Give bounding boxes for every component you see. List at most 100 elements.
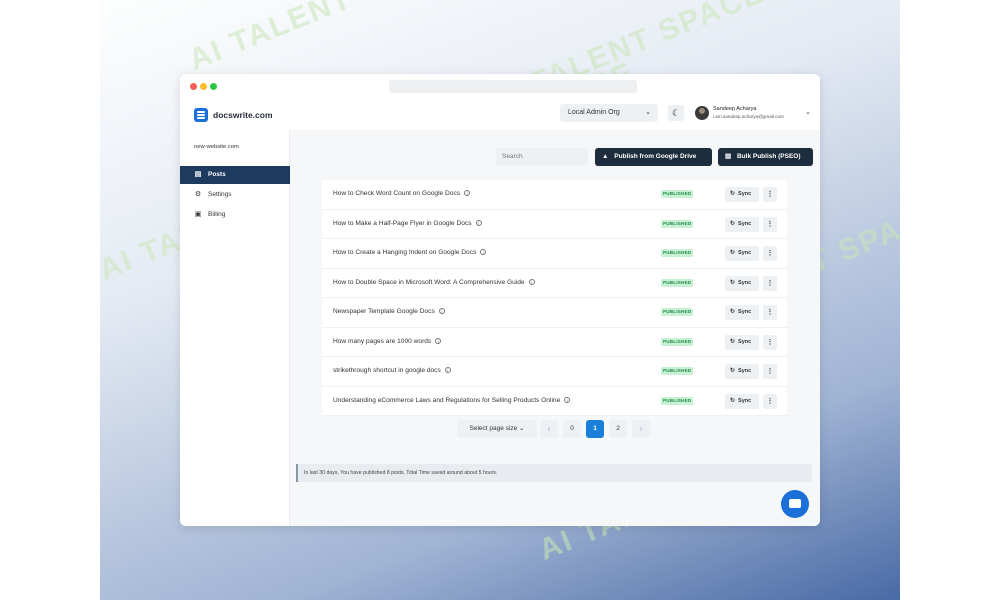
- sync-icon: ↻: [730, 338, 736, 345]
- sync-button[interactable]: ↻ Sync: [725, 187, 759, 202]
- org-select[interactable]: Local Admin Org ⌄: [560, 104, 658, 122]
- org-select-value: Local Admin Org: [568, 109, 620, 116]
- more-options-icon[interactable]: ⋮: [763, 305, 777, 320]
- user-menu-chevron-icon[interactable]: ⌄: [805, 108, 811, 116]
- browser-window: docswrite.com Local Admin Org ⌄ ☾ Sandee…: [180, 74, 820, 526]
- page-button-1[interactable]: 1: [586, 420, 604, 438]
- address-bar[interactable]: [389, 80, 637, 93]
- sync-icon: ↻: [730, 309, 736, 315]
- sync-label: Sync: [738, 279, 752, 286]
- billing-icon: ▣: [194, 211, 202, 218]
- list-item[interactable]: Understanding eCommerce Laws and Regulat…: [322, 386, 787, 416]
- status-badge: PUBLISHED: [661, 249, 694, 257]
- sync-button[interactable]: ↻ Sync: [725, 364, 759, 379]
- more-options-icon[interactable]: ⋮: [763, 216, 777, 232]
- chevron-down-icon: ⌄: [645, 109, 651, 116]
- app-logo[interactable]: docswrite.com: [194, 108, 273, 122]
- info-icon[interactable]: i: [564, 396, 571, 403]
- list-item[interactable]: Newspaper Template Google Docs i PUBLISHE…: [322, 298, 787, 328]
- sync-label: Sync: [738, 220, 752, 227]
- info-icon[interactable]: i: [464, 190, 471, 196]
- moon-icon: ☾: [671, 108, 681, 118]
- list-item[interactable]: How to Make a Half-Page Flyer in Google …: [322, 209, 787, 239]
- gear-icon: ⚙: [194, 191, 202, 198]
- status-badge: PUBLISHED: [661, 308, 694, 316]
- sync-icon: ↻: [730, 397, 736, 404]
- sidebar-item-posts[interactable]: ▤ Posts: [180, 166, 290, 184]
- status-badge: PUBLISHED: [661, 190, 694, 198]
- prev-page-button[interactable]: ‹: [540, 420, 558, 438]
- more-options-icon[interactable]: ⋮: [763, 364, 777, 379]
- sidebar-item-billing[interactable]: ▣ Billing: [180, 206, 290, 224]
- list-item[interactable]: How to Double Space in Microsoft Word: A…: [322, 268, 787, 298]
- next-page-button[interactable]: ›: [632, 420, 650, 438]
- user-name: Sandeep Acharya: [713, 106, 757, 112]
- sync-icon: ↻: [730, 220, 736, 227]
- background: AI TALENT SPACE AI TALENT SPACE AI TALEN…: [100, 0, 900, 600]
- sidebar-item-settings[interactable]: ⚙ Settings: [180, 186, 290, 204]
- sync-label: Sync: [738, 309, 752, 315]
- sync-button[interactable]: ↻ Sync: [725, 246, 759, 261]
- info-icon[interactable]: i: [435, 337, 442, 344]
- list-item[interactable]: strikethrough shortcut in google docs i P…: [322, 357, 787, 387]
- sync-button[interactable]: ↻ Sync: [725, 334, 759, 350]
- post-title: Understanding eCommerce Laws and Regulat…: [333, 396, 561, 404]
- list-item[interactable]: How to Create a Hanging Indent on Google…: [322, 239, 787, 269]
- page-button-2[interactable]: 2: [609, 420, 627, 438]
- sync-button[interactable]: ↻ Sync: [725, 305, 759, 320]
- title-bar: [180, 74, 820, 100]
- status-badge: PUBLISHED: [661, 396, 694, 405]
- info-icon[interactable]: i: [475, 219, 482, 226]
- info-icon[interactable]: i: [480, 249, 487, 255]
- info-icon[interactable]: i: [528, 278, 535, 285]
- sync-icon: ↻: [730, 191, 736, 197]
- sync-button[interactable]: ↻ Sync: [725, 216, 759, 232]
- status-badge: PUBLISHED: [661, 219, 694, 228]
- info-icon[interactable]: i: [438, 308, 445, 314]
- document-icon: ▤: [725, 153, 732, 160]
- info-icon[interactable]: i: [444, 367, 451, 373]
- chat-button[interactable]: [781, 490, 809, 518]
- minimize-window-dot[interactable]: [200, 83, 207, 90]
- post-title: How to Double Space in Microsoft Word: A…: [333, 278, 525, 286]
- status-badge: PUBLISHED: [661, 337, 694, 346]
- more-options-icon[interactable]: ⋮: [763, 275, 777, 291]
- more-options-icon[interactable]: ⋮: [763, 246, 777, 261]
- post-title: How to Make a Half-Page Flyer in Google …: [333, 219, 472, 227]
- avatar[interactable]: [695, 106, 709, 120]
- post-title: Newspaper Template Google Docs: [333, 308, 435, 315]
- google-drive-icon: ▲: [602, 153, 609, 160]
- sync-button[interactable]: ↻ Sync: [725, 275, 759, 291]
- watermark: AI TALENT SPACE: [184, 0, 470, 77]
- button-label: Publish from Google Drive: [614, 153, 697, 160]
- list-item[interactable]: How to Check Word Count on Google Docs i …: [322, 180, 787, 210]
- sync-label: Sync: [738, 338, 752, 345]
- theme-toggle-button[interactable]: ☾: [668, 105, 684, 121]
- sidebar-item-label: Posts: [208, 171, 226, 178]
- list-item[interactable]: How many pages are 1000 words i PUBLISHED…: [322, 327, 787, 357]
- sync-label: Sync: [738, 397, 752, 404]
- page-size-label: Select page size: [469, 425, 518, 432]
- sync-button[interactable]: ↻ Sync: [725, 393, 759, 409]
- publish-from-google-drive-button[interactable]: ▲ Publish from Google Drive: [595, 148, 712, 166]
- sidebar: new-website.com ▤ Posts ⚙ Settings ▣ Bil…: [180, 130, 290, 526]
- status-badge: PUBLISHED: [661, 367, 694, 375]
- page-size-select[interactable]: Select page size ⌄: [457, 420, 537, 438]
- sync-icon: ↻: [730, 250, 736, 256]
- chevron-right-icon: ›: [639, 424, 643, 433]
- more-options-icon[interactable]: ⋮: [763, 187, 777, 202]
- maximize-window-dot[interactable]: [210, 83, 217, 90]
- more-options-icon[interactable]: ⋮: [763, 334, 777, 350]
- user-email: i.am.sandeep.acharya@gmail.com: [713, 114, 784, 119]
- main-content: ▲ Publish from Google Drive ▤ Bulk Publi…: [290, 130, 820, 526]
- page-button-0[interactable]: 0: [563, 420, 581, 438]
- close-window-dot[interactable]: [190, 83, 197, 90]
- search-input[interactable]: [496, 148, 588, 166]
- sync-icon: ↻: [730, 368, 736, 374]
- bulk-publish-button[interactable]: ▤ Bulk Publish (PSEO): [718, 148, 813, 166]
- sidebar-item-label: Settings: [208, 191, 232, 198]
- chat-icon: [789, 499, 801, 508]
- sync-label: Sync: [738, 250, 752, 256]
- button-label: Bulk Publish (PSEO): [736, 153, 801, 160]
- more-options-icon[interactable]: ⋮: [763, 393, 777, 409]
